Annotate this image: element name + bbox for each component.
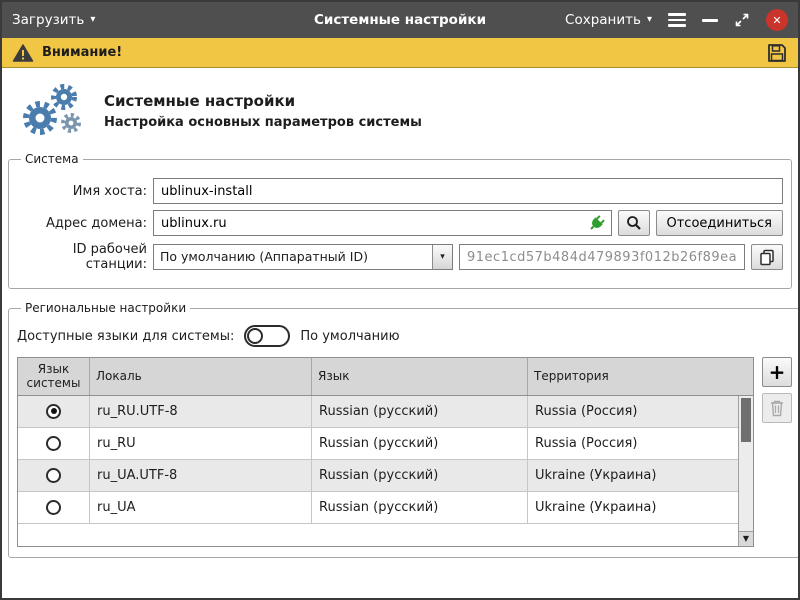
station-id-value-input[interactable] <box>459 244 745 270</box>
cell-locale: ru_RU.UTF-8 <box>90 396 312 427</box>
save-button-label: Сохранить <box>565 12 641 28</box>
table-scrollbar[interactable]: ▼ <box>738 396 753 546</box>
load-button-label: Загрузить <box>12 12 84 28</box>
titlebar: Загрузить ▾ Системные настройки Сохранит… <box>2 2 798 38</box>
regional-group-legend: Региональные настройки <box>21 301 190 315</box>
minimize-icon <box>702 19 718 22</box>
station-id-label: ID рабочей станции: <box>17 242 147 272</box>
locale-radio[interactable] <box>46 468 61 483</box>
locale-radio[interactable] <box>46 436 61 451</box>
system-group: Система Имя хоста: Адрес домена: <box>8 152 792 289</box>
warning-label: Внимание! <box>42 45 122 60</box>
station-id-row: ID рабочей станции: По умолчанию (Аппара… <box>17 242 783 272</box>
cell-locale: ru_RU <box>90 428 312 459</box>
cell-locale: ru_UA.UTF-8 <box>90 460 312 491</box>
gears-icon <box>14 82 86 140</box>
locale-table-body: ru_RU.UTF-8 Russian (русский) Russia (Ро… <box>18 396 753 546</box>
column-header-territory[interactable]: Территория <box>528 358 753 395</box>
content-area: Системные настройки Настройка основных п… <box>2 68 798 598</box>
hostname-row: Имя хоста: <box>17 178 783 204</box>
table-row[interactable]: ru_UA.UTF-8 Russian (русский) Ukraine (У… <box>18 460 738 492</box>
floppy-disk-icon <box>766 42 788 64</box>
page-subtitle: Настройка основных параметров системы <box>104 115 422 130</box>
quick-save-button[interactable] <box>766 42 788 64</box>
table-row[interactable]: ru_UA Russian (русский) Ukraine (Украина… <box>18 492 738 524</box>
column-header-language[interactable]: Язык <box>312 358 528 395</box>
page-header-text: Системные настройки Настройка основных п… <box>104 92 422 130</box>
station-id-mode-value: По умолчанию (Аппаратный ID) <box>154 245 432 269</box>
locale-table-zone: Язык системы Локаль Язык Территория ru_R… <box>17 357 792 547</box>
hostname-input[interactable] <box>153 178 783 204</box>
page-title: Системные настройки <box>104 92 422 110</box>
locale-radio[interactable] <box>46 500 61 515</box>
scrollbar-thumb[interactable] <box>741 398 751 442</box>
search-icon <box>626 215 642 231</box>
copy-icon <box>758 248 776 266</box>
menu-button[interactable] <box>668 13 686 27</box>
toggle-knob-icon <box>247 328 263 344</box>
maximize-button[interactable] <box>734 12 750 28</box>
cell-language: Russian (русский) <box>312 396 528 427</box>
table-row[interactable]: ru_RU Russian (русский) Russia (Россия) <box>18 428 738 460</box>
available-languages-label: Доступные языки для системы: <box>17 329 234 344</box>
locale-table-header: Язык системы Локаль Язык Территория <box>18 358 753 396</box>
copy-id-button[interactable] <box>751 244 783 270</box>
table-row[interactable]: ru_RU.UTF-8 Russian (русский) Russia (Ро… <box>18 396 738 428</box>
regional-group: Региональные настройки Доступные языки д… <box>8 301 798 558</box>
expand-icon <box>734 12 750 28</box>
chevron-down-icon: ▾ <box>647 15 652 25</box>
available-languages-row: Доступные языки для системы: По умолчани… <box>17 325 792 347</box>
locale-actions: + <box>762 357 792 423</box>
toggle-state-label: По умолчанию <box>300 329 399 344</box>
domain-label: Адрес домена: <box>17 216 147 231</box>
cell-territory: Ukraine (Украина) <box>528 492 738 523</box>
close-button[interactable]: ✕ <box>766 9 788 31</box>
column-header-system-language[interactable]: Язык системы <box>18 358 90 395</box>
cell-language: Russian (русский) <box>312 428 528 459</box>
locale-table: Язык системы Локаль Язык Территория ru_R… <box>17 357 754 547</box>
languages-toggle[interactable] <box>244 325 290 347</box>
domain-input[interactable] <box>153 210 612 236</box>
disconnect-button[interactable]: Отсоединиться <box>656 210 784 236</box>
cell-territory: Ukraine (Украина) <box>528 460 738 491</box>
station-id-mode-select[interactable]: По умолчанию (Аппаратный ID) ▾ <box>153 244 453 270</box>
domain-input-wrap <box>153 210 612 236</box>
minimize-button[interactable] <box>702 19 718 22</box>
domain-search-button[interactable] <box>618 210 650 236</box>
trash-icon <box>769 399 785 417</box>
column-header-locale[interactable]: Локаль <box>90 358 312 395</box>
save-button[interactable]: Сохранить ▾ <box>565 12 652 28</box>
warning-bar: Внимание! <box>2 38 798 68</box>
dropdown-arrow-icon: ▾ <box>432 245 452 269</box>
locale-radio[interactable] <box>46 404 61 419</box>
delete-locale-button[interactable] <box>762 393 792 423</box>
scrollbar-down-button[interactable]: ▼ <box>739 531 753 546</box>
system-group-legend: Система <box>21 152 83 166</box>
cell-territory: Russia (Россия) <box>528 428 738 459</box>
cell-locale: ru_UA <box>90 492 312 523</box>
cell-language: Russian (русский) <box>312 492 528 523</box>
domain-row: Адрес домена: Отсоединиться <box>17 210 783 236</box>
chevron-down-icon: ▾ <box>90 15 95 25</box>
hamburger-menu-icon <box>668 13 686 27</box>
cell-language: Russian (русский) <box>312 460 528 491</box>
system-settings-window: Загрузить ▾ Системные настройки Сохранит… <box>0 0 800 600</box>
page-header: Системные настройки Настройка основных п… <box>8 74 792 152</box>
close-icon: ✕ <box>766 9 788 31</box>
titlebar-controls: Сохранить ▾ ✕ <box>565 9 788 31</box>
hostname-label: Имя хоста: <box>17 184 147 199</box>
warning-triangle-icon <box>12 43 34 63</box>
cell-territory: Russia (Россия) <box>528 396 738 427</box>
locale-table-rows: ru_RU.UTF-8 Russian (русский) Russia (Ро… <box>18 396 738 546</box>
load-button[interactable]: Загрузить ▾ <box>12 12 95 28</box>
add-locale-button[interactable]: + <box>762 357 792 387</box>
